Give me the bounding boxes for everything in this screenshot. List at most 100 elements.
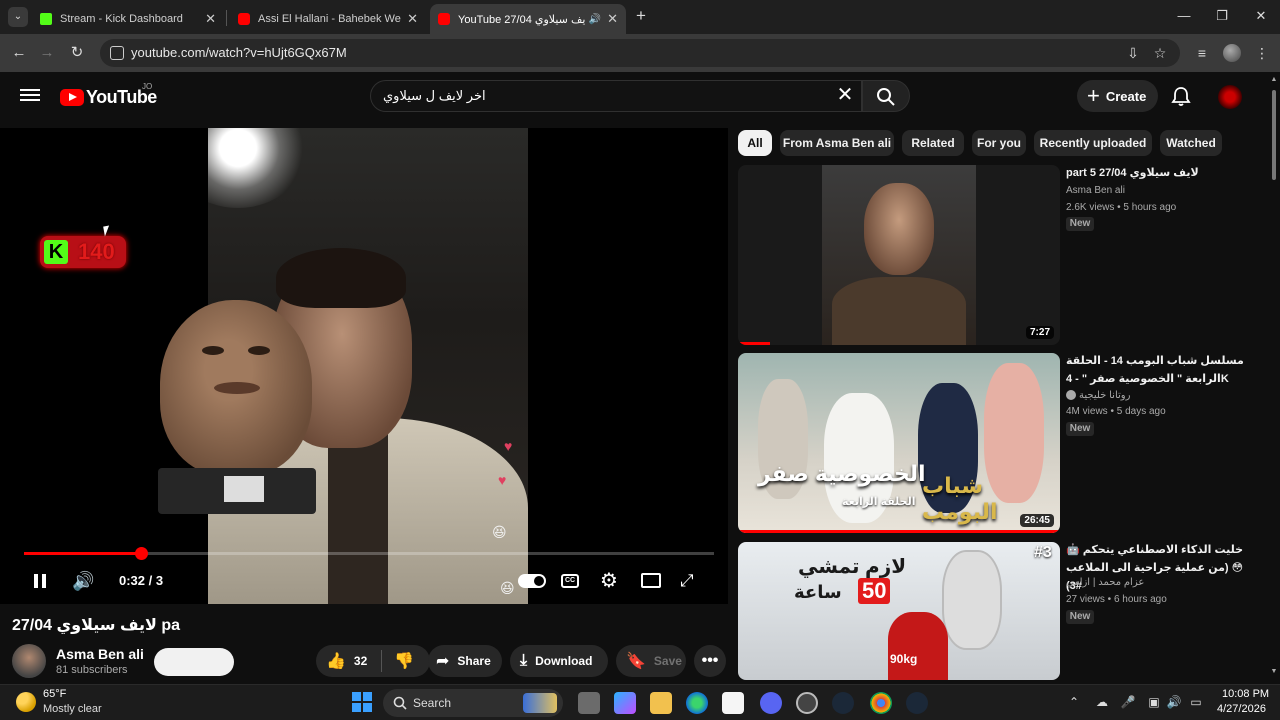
install-app-icon[interactable]: ⇩ (1124, 44, 1142, 62)
like-thumb-icon[interactable]: 👍 (326, 651, 346, 671)
kick-logo-icon: K (44, 240, 68, 264)
edge-icon[interactable] (686, 692, 708, 714)
close-tab-icon[interactable]: ✕ (407, 11, 418, 27)
settings-gear-icon[interactable]: ⚙ (600, 570, 618, 592)
close-tab-icon[interactable]: ✕ (205, 11, 216, 27)
close-tab-icon[interactable]: ✕ (607, 11, 618, 27)
chip-watched[interactable]: Watched (1160, 130, 1222, 156)
region-code: JO (142, 82, 153, 91)
tab-youtube-active[interactable]: YouTube 27/04 لايف سيلاوي 🔊 ✕ (430, 4, 626, 34)
audio-playing-icon[interactable]: 🔊 (589, 14, 601, 25)
thumbnail-subcaption: الحلقة الرابعة (842, 496, 916, 508)
subtitles-cc-icon[interactable]: CC (561, 574, 579, 588)
video-duration: 7:27 (1025, 326, 1054, 339)
weather-moon-icon[interactable] (16, 692, 36, 712)
search-input[interactable]: اخر لايف ل سيلاوي (370, 80, 862, 112)
profile-avatar[interactable] (1223, 44, 1241, 62)
task-view-icon[interactable] (578, 692, 600, 714)
volume-icon[interactable]: 🔊 (72, 570, 96, 592)
recommendation-thumbnail[interactable]: 7:27 (738, 165, 1060, 345)
microphone-icon[interactable]: 🎤 (1120, 694, 1136, 710)
speaker-icon[interactable]: 🔊 (1166, 694, 1182, 710)
chip-from-channel[interactable]: From Asma Ben ali (780, 130, 894, 156)
chip-all[interactable]: All (738, 130, 772, 156)
recommendation-thumbnail[interactable]: الخصوصية صفر الحلقة الرابعة شباب البومب … (738, 353, 1060, 533)
account-avatar[interactable] (1218, 85, 1242, 109)
recommendation-channel[interactable]: عزام محمد | ازامي (1066, 577, 1144, 588)
download-button[interactable]: ⤓ Download (510, 645, 608, 677)
fullscreen-icon[interactable]: ⤢ (680, 570, 694, 592)
search-query-text[interactable]: اخر لايف ل سيلاوي (383, 88, 486, 104)
like-divider (381, 650, 383, 672)
forward-icon[interactable]: → (38, 44, 56, 62)
search-button[interactable] (862, 80, 910, 112)
tab-kick-dashboard[interactable]: Stream - Kick Dashboard ✕ (32, 4, 224, 34)
chip-related[interactable]: Related (902, 130, 964, 156)
chip-recently-uploaded[interactable]: Recently uploaded (1034, 130, 1152, 156)
guide-menu-icon[interactable] (20, 86, 40, 106)
dislike-thumb-icon[interactable]: 👎 (394, 651, 414, 671)
media-controls-icon[interactable]: ≡ (1193, 44, 1211, 62)
channel-avatar[interactable] (12, 644, 46, 678)
video-player[interactable]: ♥ ♥ 😆 😆 (0, 128, 728, 604)
show-hidden-icons-icon[interactable]: ⌃ (1066, 694, 1082, 710)
page-scrollbar-thumb[interactable] (1272, 90, 1276, 180)
bookmark-star-icon[interactable]: ☆ (1151, 44, 1169, 62)
scroll-up-icon[interactable]: ▲ (1270, 76, 1278, 83)
new-tab-button[interactable]: + (632, 7, 650, 25)
save-button[interactable]: 🔖 Save (616, 645, 686, 677)
back-icon[interactable]: ← (10, 44, 28, 62)
tab-search-button[interactable]: ⌄ (8, 7, 28, 27)
recommendation-thumbnail[interactable]: لازم تمشي 50 ساعة 90kg #3 (738, 542, 1060, 680)
like-count[interactable]: 32 (354, 654, 367, 668)
channel-name[interactable]: Asma Ben ali (56, 646, 144, 662)
autoplay-toggle[interactable] (518, 574, 546, 588)
network-icon[interactable]: ▣ (1146, 694, 1162, 710)
tab-assi-el-hallani[interactable]: Assi El Hallani - Bahebek We Bg ✕ (230, 4, 426, 34)
like-dislike-group: 👍 32 👎 (316, 645, 430, 677)
tab-title: Assi El Hallani - Bahebek We Bg (258, 13, 401, 25)
obs-icon[interactable] (796, 692, 818, 714)
steam-icon[interactable] (832, 692, 854, 714)
file-explorer-icon[interactable] (650, 692, 672, 714)
recommendation-title[interactable]: part 5 27/04 لايف سيلاوي (1066, 164, 1246, 182)
pause-button[interactable] (32, 570, 48, 592)
copilot-icon[interactable] (614, 692, 636, 714)
clock-date[interactable]: 4/27/2026 (1217, 703, 1266, 715)
address-bar[interactable]: youtube.com/watch?v=hUjt6GQx67M ⇩ ☆ (100, 39, 1180, 67)
progress-bar[interactable] (24, 547, 714, 560)
theater-mode-icon[interactable] (641, 573, 661, 588)
discord-icon[interactable] (760, 692, 782, 714)
steam-icon[interactable] (906, 692, 928, 714)
close-window-icon[interactable]: ✕ (1253, 8, 1269, 24)
taskbar-search[interactable]: Search (383, 689, 563, 717)
recommendation-title[interactable]: مسلسل شباب البومب 14 - الحلقة الرابعة " … (1066, 352, 1246, 388)
scroll-down-icon[interactable]: ▼ (1270, 668, 1278, 675)
clear-search-icon[interactable]: ✕ (836, 85, 854, 105)
notifications-bell-icon[interactable] (1170, 85, 1192, 107)
microsoft-store-icon[interactable] (722, 692, 744, 714)
subscribe-button[interactable] (154, 648, 234, 676)
address-url[interactable]: youtube.com/watch?v=hUjt6GQx67M (131, 45, 347, 60)
restore-icon[interactable]: ❐ (1214, 8, 1230, 24)
recommendation-channel[interactable]: Asma Ben ali (1066, 185, 1125, 196)
windows-start-icon[interactable] (352, 692, 372, 712)
more-actions-button[interactable]: ••• (694, 645, 726, 677)
reload-icon[interactable]: ↻ (68, 44, 86, 62)
new-badge: New (1066, 610, 1094, 624)
share-button[interactable]: ➦ Share (428, 645, 502, 677)
battery-icon[interactable]: ▭ (1188, 694, 1204, 710)
share-arrow-icon: ➦ (436, 653, 450, 670)
new-badge: New (1066, 422, 1094, 436)
weather-temperature[interactable]: 65°F (43, 688, 66, 700)
chrome-icon[interactable] (870, 692, 892, 714)
clock-time[interactable]: 10:08 PM (1222, 688, 1269, 700)
onedrive-icon[interactable]: ☁ (1094, 694, 1110, 710)
weather-condition[interactable]: Mostly clear (43, 703, 102, 715)
recommendation-channel[interactable]: روتانا خليجية (1079, 390, 1130, 401)
create-button[interactable]: + Create (1077, 80, 1158, 112)
browser-menu-icon[interactable]: ⋮ (1253, 44, 1271, 62)
chip-for-you[interactable]: For you (972, 130, 1026, 156)
site-info-icon[interactable] (110, 46, 124, 60)
minimize-icon[interactable]: — (1176, 8, 1192, 24)
